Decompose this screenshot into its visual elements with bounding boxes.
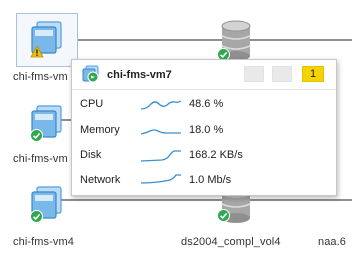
metric-row-cpu: CPU 48.6 % (80, 97, 330, 113)
vm-node[interactable] (28, 17, 70, 61)
tooltip-title: chi-fms-vm7 (107, 69, 172, 81)
metric-label: Disk (80, 149, 102, 161)
datastore-node[interactable] (217, 18, 257, 64)
vm-node-label[interactable]: chi-fms-vm (13, 71, 68, 83)
metric-label: Memory (80, 124, 120, 136)
vm-node-label[interactable]: chi-fms-vm4 (13, 236, 74, 248)
vm-node[interactable] (28, 182, 70, 226)
tooltip-header: chi-fms-vm7 1 (72, 60, 336, 90)
tooltip-action-button[interactable] (272, 66, 292, 82)
metric-value: 168.2 KB/s (189, 149, 243, 161)
vm-tooltip: chi-fms-vm7 1 CPU 48.6 % Memory 18.0 % D… (71, 59, 337, 196)
vm-power-icon (82, 65, 99, 83)
metric-row-network: Network 1.0 Mb/s (80, 173, 330, 189)
metric-row-disk: Disk 168.2 KB/s (80, 148, 330, 164)
datastore-node-label[interactable]: ds2004_compl_vol4 (181, 236, 281, 248)
topology-canvas: chi-fms-vm chi-fms-vm chi-fms-vm4 ds2004… (0, 0, 352, 262)
metric-label: Network (80, 174, 121, 186)
tooltip-action-button[interactable] (244, 66, 264, 82)
connector-line (48, 199, 352, 201)
metric-value: 18.0 % (189, 124, 224, 136)
disk-sparkline-icon (140, 150, 181, 162)
alarm-count-badge[interactable]: 1 (302, 66, 324, 82)
memory-sparkline-icon (140, 129, 181, 135)
ok-status-icon (217, 209, 230, 222)
ok-status-icon (30, 210, 43, 223)
vm-node-label[interactable]: chi-fms-vm (13, 153, 68, 165)
cpu-sparkline-icon (140, 100, 182, 110)
warning-icon (30, 45, 44, 58)
network-node-label[interactable]: naa.6 (318, 236, 346, 248)
metric-row-memory: Memory 18.0 % (80, 123, 330, 139)
vm-node[interactable] (28, 101, 70, 145)
metric-value: 1.0 Mb/s (189, 174, 232, 186)
metric-value: 48.6 % (189, 98, 224, 110)
datastore-node[interactable] (217, 190, 257, 230)
network-sparkline-icon (140, 174, 181, 184)
connector-line (48, 39, 352, 41)
ok-status-icon (30, 129, 43, 142)
metric-label: CPU (80, 98, 104, 110)
